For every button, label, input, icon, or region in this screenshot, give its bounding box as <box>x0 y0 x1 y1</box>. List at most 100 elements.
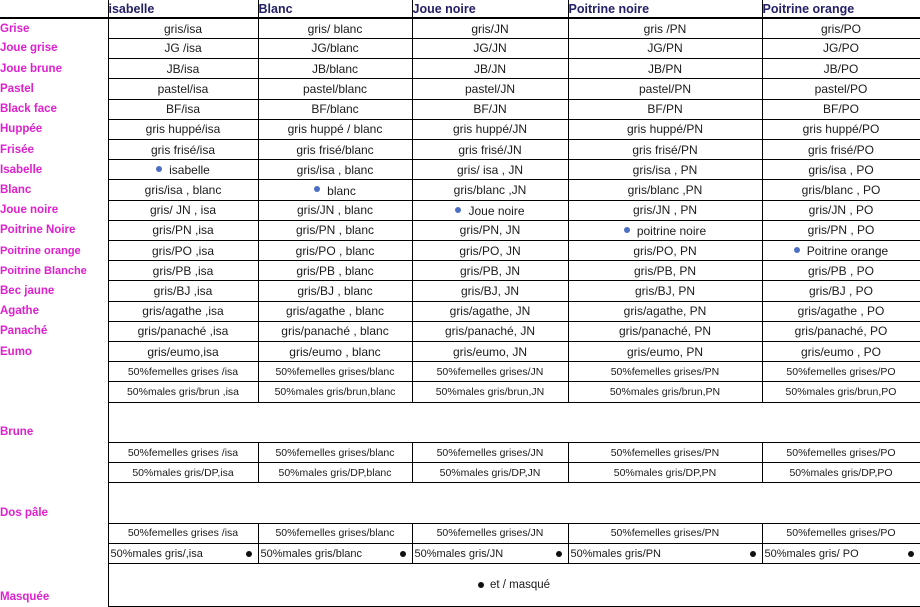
cell-r5-c2: gris huppé/JN <box>411 118 569 140</box>
cell-r4-c2: BF/JN <box>411 98 569 120</box>
table-row: Joue brune JB/isa JB/blanc JB/JN JB/PN JB/PO <box>0 58 920 80</box>
column-header-pn: Poitrine noire <box>567 0 762 20</box>
cell-text: 50%males gris/ PO <box>764 547 859 560</box>
group-label-0: Brune <box>0 402 108 443</box>
group-cell-g1-l1-c3: 50%males gris/DP,PN <box>567 462 763 484</box>
legend-text: et / masqué <box>489 579 551 592</box>
cell-r3-c3: pastel/PN <box>567 78 763 100</box>
cell-text: poitrine noire <box>636 223 707 238</box>
group-band-0 <box>107 402 920 443</box>
cell-r9-c0: gris/ JN , isa <box>107 199 259 221</box>
self-cross-dot-icon <box>623 226 630 233</box>
row-label-9: Joue noire <box>0 200 108 221</box>
group-cell-g0-l0-c4: 50%femelles grises/PO <box>761 361 920 383</box>
row-label-8: Blanc <box>0 179 108 201</box>
group-cell-g2-l0-c3: 50%femelles grises/PN <box>567 522 763 545</box>
table-row: Pastel pastel/isa pastel/blanc pastel/JN pas… <box>0 78 920 100</box>
row-label-11: Poitrine orange <box>0 240 108 261</box>
cell-r4-c3: BF/PN <box>567 98 763 120</box>
cell-r15-c4: gris/panaché, PO <box>761 320 920 342</box>
cell-r7-c0: isabelle <box>107 159 259 181</box>
masked-marker-dot-icon <box>399 550 406 557</box>
cell-r16-c2: gris/eumo, JN <box>411 340 569 363</box>
cell-r3-c1: pastel/blanc <box>257 78 413 100</box>
cell-r7-c2: gris/ isa , JN <box>411 159 569 181</box>
cell-r4-c1: BF/blanc <box>257 98 413 120</box>
cell-r10-c2: gris/PN, JN <box>411 219 569 241</box>
group-band-row: Dos pâle <box>0 482 920 524</box>
group-cell-g2-l1-c0: 50%males gris/,isa <box>107 542 259 565</box>
row-label-4: Black face <box>0 99 108 120</box>
cell-text: Joue noire <box>468 203 525 218</box>
cell-r5-c1: gris huppé / blanc <box>257 118 413 140</box>
group-cell-g0-l1-c4: 50%males gris/brun,PO <box>761 381 920 403</box>
cell-r15-c1: gris/panaché , blanc <box>257 320 413 342</box>
cell-r16-c1: gris/eumo , blanc <box>257 340 413 363</box>
table-row: Poitrine Noire gris/PN ,isa gris/PN , blan… <box>0 219 920 241</box>
cell-r6-c1: gris frisé/blanc <box>257 138 413 161</box>
cell-r2-c1: JB/blanc <box>257 58 413 80</box>
cell-text: 50%males gris/blanc <box>260 547 363 560</box>
group-cell-g2-l0-c2: 50%femelles grises/JN <box>411 522 569 545</box>
cell-r12-c4: gris/PB , PO <box>761 260 920 282</box>
row-label-6: Frisée <box>0 139 108 160</box>
masked-marker-dot-icon <box>245 550 252 557</box>
masked-marker-dot-icon <box>907 550 914 557</box>
table-row: Bec jaune gris/BJ ,isa gris/BJ , blanc gris… <box>0 280 920 302</box>
cell-r6-c3: gris frisé/PN <box>567 138 763 161</box>
cell-r13-c2: gris/BJ, JN <box>411 280 569 302</box>
table-row: Joue grise JG /isa JG/blanc JG/JN JG/PN JG/PO <box>0 37 920 60</box>
group-band-row: Brune <box>0 402 920 443</box>
column-header-jn: Joue noire <box>411 0 568 20</box>
group-row: 50%femelles grises /isa 50%femelles grise… <box>0 522 920 545</box>
column-header-po: Poitrine orange <box>761 0 920 20</box>
cell-r0-c4: gris/PO <box>761 17 920 39</box>
row-label-0: Grise <box>0 18 108 39</box>
masked-marker-dot-icon <box>555 550 562 557</box>
cell-r8-c0: gris/isa , blanc <box>107 179 259 201</box>
cell-r12-c1: gris/PB , blanc <box>257 260 413 282</box>
cell-r13-c0: gris/BJ ,isa <box>107 280 259 302</box>
cell-r0-c0: gris/isa <box>107 17 259 39</box>
table-row: Poitrine orange gris/PO ,isa gris/PO , bla… <box>0 239 920 262</box>
cell-r14-c2: gris/agathe, JN <box>411 300 569 322</box>
cell-r9-c3: gris/JN , PN <box>567 199 763 221</box>
group-cell-g0-l0-c3: 50%femelles grises/PN <box>567 361 763 383</box>
group-row: 50%males gris/brun ,isa 50%males gris/bru… <box>0 381 920 403</box>
cell-r2-c0: JB/isa <box>107 58 259 80</box>
self-cross-dot-icon <box>793 246 800 253</box>
table-row: Huppée gris huppé/isa gris huppé / blanc gr… <box>0 118 920 140</box>
row-label-2: Joue brune <box>0 58 108 79</box>
group-cell-g0-l0-c1: 50%femelles grises/blanc <box>257 361 413 383</box>
group-cell-g1-l1-c4: 50%males gris/DP,PO <box>761 462 920 484</box>
group-row: 50%males gris/,isa 50%males gris/blanc 50%… <box>0 542 920 565</box>
row-label-13: Bec jaune <box>0 280 108 302</box>
group-label-2: Masquée <box>0 563 108 607</box>
cell-r8-c4: gris/blanc , PO <box>761 179 920 201</box>
table-row: Blanc gris/isa , blanc blanc gris/blanc ,JN… <box>0 179 920 201</box>
group-cell-g0-l0-c0: 50%femelles grises /isa <box>107 361 259 383</box>
group-cell-g2-l1-c2: 50%males gris/JN <box>411 542 569 565</box>
group-row-label-blank-2-1 <box>0 543 108 564</box>
cell-r5-c4: gris huppé/PO <box>761 118 920 140</box>
cell-r11-c3: gris/PO, PN <box>567 239 763 262</box>
header-corner-blank <box>0 0 108 20</box>
row-label-15: Panaché <box>0 321 108 342</box>
cell-r1-c4: JG/PO <box>761 37 920 60</box>
group-row-label-blank-1-1 <box>0 462 108 483</box>
cell-r0-c1: gris/ blanc <box>257 17 413 39</box>
cell-r0-c3: gris /PN <box>567 17 763 39</box>
cell-text: isabelle <box>169 163 210 178</box>
cell-text: Poitrine orange <box>806 243 889 258</box>
cell-r10-c3: poitrine noire <box>567 219 763 241</box>
cell-r14-c4: gris/agathe , PO <box>761 300 920 322</box>
cell-r3-c2: pastel/JN <box>411 78 569 100</box>
column-header-blanc: Blanc <box>257 0 412 20</box>
cell-r9-c4: gris/JN , PO <box>761 199 920 221</box>
cell-r2-c4: JB/PO <box>761 58 920 80</box>
cell-text: 50%males gris/JN <box>414 547 504 560</box>
cell-r16-c3: gris/eumo, PN <box>567 340 763 363</box>
cell-r9-c2: Joue noire <box>411 199 569 221</box>
cell-r3-c4: pastel/PO <box>761 78 920 100</box>
self-cross-dot-icon <box>455 206 462 213</box>
